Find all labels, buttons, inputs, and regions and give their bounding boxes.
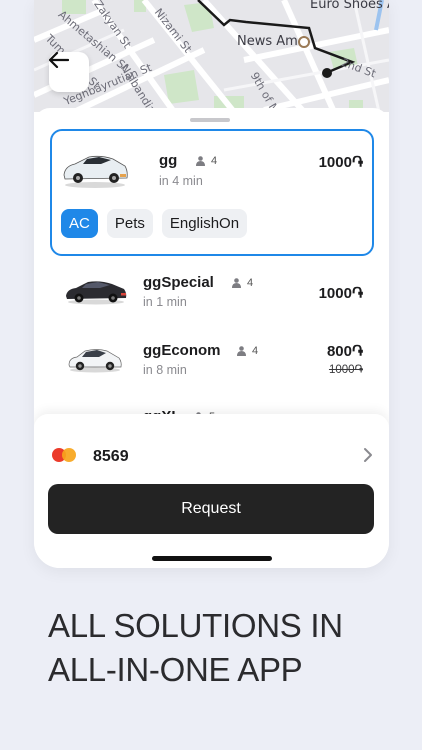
ride-eta: in 4 min: [159, 174, 203, 188]
ride-option-row[interactable]: ggSpecial 4 in 1 min 1000֏: [34, 268, 389, 328]
car-image: [68, 349, 122, 373]
ride-price: 800֏: [326, 343, 363, 360]
card-number: 8569: [93, 448, 129, 465]
ride-eta: in 1 min: [143, 295, 187, 309]
selected-ride-card[interactable]: gg 4 in 4 min 1000֏ AC Pets EnglishOn: [50, 129, 374, 256]
ride-eta: in 8 min: [143, 363, 187, 377]
car-image: [66, 281, 127, 305]
home-indicator: [152, 556, 272, 561]
map-poi-label: Euro Shoes A: [310, 0, 389, 12]
car-image: [63, 155, 128, 188]
promo-headline: ALL SOLUTIONS IN ALL-IN-ONE APP: [48, 604, 343, 692]
person-icon: [196, 156, 205, 166]
ride-name: ggEconom: [143, 342, 221, 359]
seat-count-label: 4: [211, 155, 218, 167]
option-tag-english[interactable]: EnglishOn: [161, 209, 248, 238]
ride-price: 1000֏: [318, 285, 363, 302]
back-button[interactable]: [49, 52, 89, 92]
ride-price: 1000֏: [318, 154, 363, 171]
seat-count-label: 4: [252, 345, 259, 357]
headline-line: ALL SOLUTIONS IN: [48, 607, 343, 644]
checkout-panel: 8569 Request: [34, 414, 389, 568]
route-map[interactable]: Euro Shoes A News Am Zakyan St Ahmetashi…: [34, 0, 389, 112]
seat-count: 4: [232, 277, 253, 289]
sheet-grabber[interactable]: [190, 118, 230, 122]
person-icon: [237, 346, 246, 356]
option-tag-pets[interactable]: Pets: [106, 209, 153, 238]
ride-options: AC Pets EnglishOn: [61, 209, 248, 238]
headline-line: ALL-IN-ONE APP: [48, 651, 303, 688]
ride-option-row[interactable]: ggEconom 4 in 8 min 800֏ 1000֏: [34, 336, 389, 396]
seat-count-label: 4: [247, 277, 254, 289]
phone-frame: Euro Shoes A News Am Zakyan St Ahmetashi…: [34, 0, 389, 568]
arrow-left-icon: [49, 52, 69, 68]
mastercard-icon: [52, 448, 76, 462]
ride-name: gg: [159, 152, 178, 169]
seat-count: 4: [196, 155, 217, 167]
map-poi-label: News Am: [237, 34, 298, 49]
option-tag-ac[interactable]: AC: [61, 209, 98, 238]
payment-method-row[interactable]: 8569: [51, 444, 373, 468]
ride-name: ggSpecial: [143, 274, 214, 291]
ride-options-sheet: gg 4 in 4 min 1000֏ AC Pets EnglishOn gg…: [34, 108, 389, 568]
seat-count: 4: [237, 345, 258, 357]
ride-old-price: 1000֏: [328, 364, 363, 376]
person-icon: [232, 278, 241, 288]
chevron-right-icon: [364, 448, 372, 462]
request-button[interactable]: Request: [48, 484, 374, 534]
